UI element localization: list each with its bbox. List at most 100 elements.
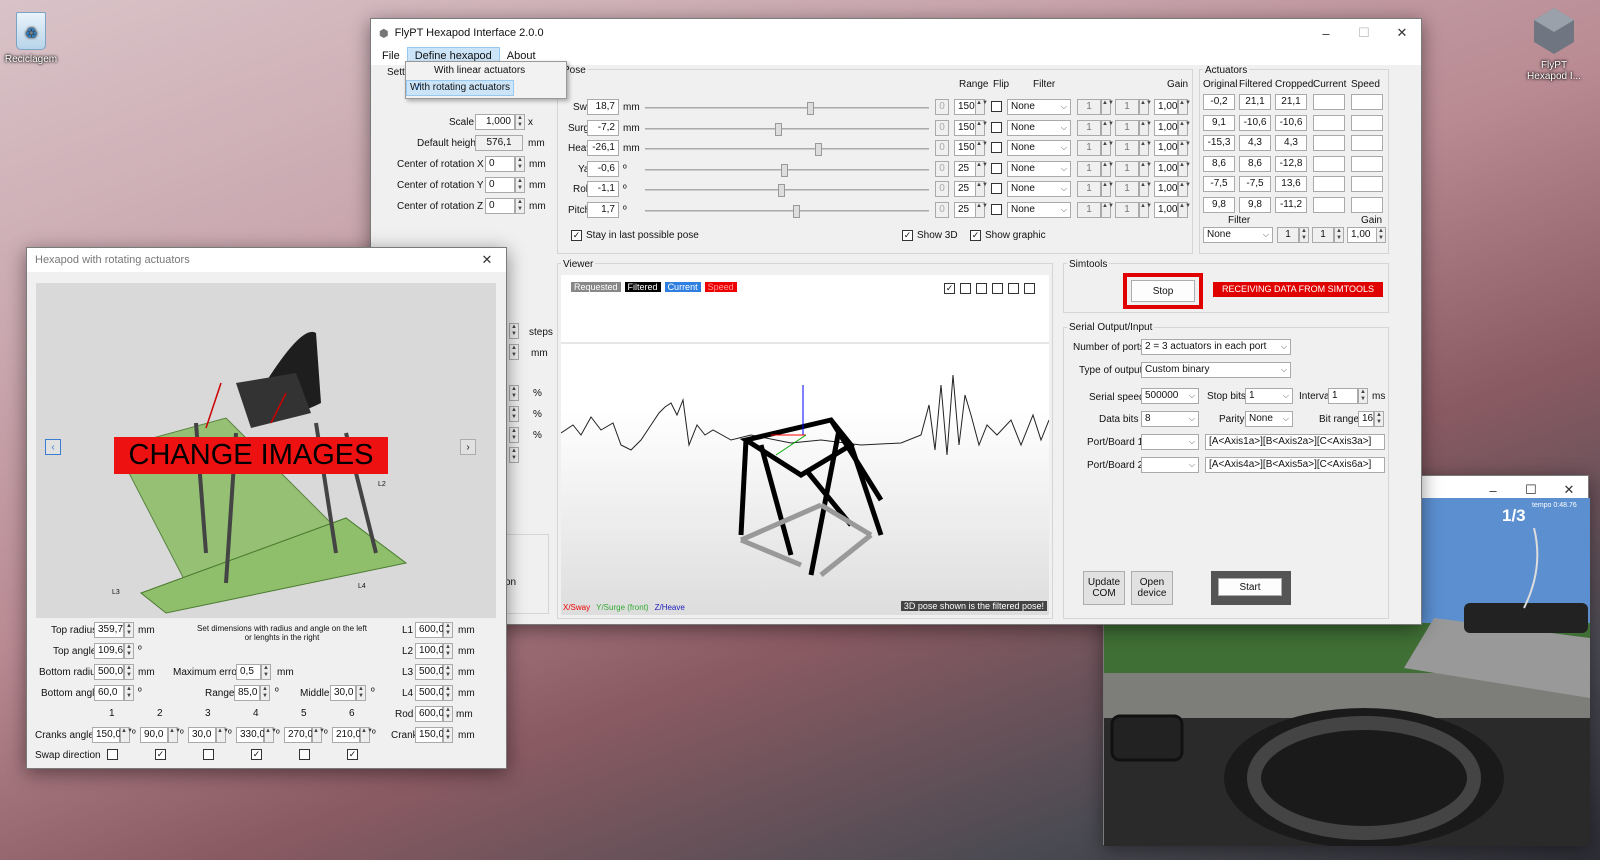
pose-a-spinner-1[interactable]: ▲▼ [1101,119,1114,136]
crank-input[interactable]: 150,0 [415,727,444,743]
pose-slider-0[interactable] [645,102,929,115]
crank-spinner[interactable]: ▲ ▼ [443,727,453,743]
crank-angle-input-5[interactable]: 210,0 [332,727,361,743]
pose-slider-thumb-1[interactable] [775,122,782,136]
crank-angle-spinner-5[interactable]: ▲▼ [360,727,373,743]
l1-input[interactable]: 600,0 [415,622,444,638]
pose-slider-1[interactable] [645,122,929,136]
pose-value-1[interactable]: -7,2 [587,119,619,136]
crank-angle-input-1[interactable]: 90,0 [140,727,168,743]
extra-spinner[interactable]: ▲ ▼ [509,447,519,463]
pose-range-spinner-1[interactable]: ▲▼ [975,119,988,136]
pose-slider-thumb-2[interactable] [815,143,822,156]
pose-a-spinner-2[interactable]: ▲▼ [1101,140,1114,156]
bitrange-input[interactable]: 16 [1358,411,1374,427]
top-angle-spinner[interactable]: ▲ ▼ [124,643,134,659]
pose-gain-spinner-3[interactable]: ▲▼ [1178,160,1191,177]
pose-gain-spinner-2[interactable]: ▲▼ [1178,140,1191,156]
max-error-spinner[interactable]: ▲ ▼ [261,664,271,680]
act-gain-spinner[interactable]: ▲ ▼ [1376,227,1386,243]
swap-checkbox-1[interactable]: ✓ [155,749,166,760]
swap-checkbox-4[interactable] [299,749,310,760]
pose-b-0[interactable]: 1 [1115,99,1139,115]
viewer-checkbox-2[interactable] [960,283,971,294]
pose-range-2[interactable]: 150 [954,140,976,156]
range-input[interactable]: 85,0 [234,685,260,701]
pose-a-0[interactable]: 1 [1077,99,1101,115]
pose-range-0[interactable]: 150 [954,99,976,115]
crank-angle-spinner-3[interactable]: ▲▼ [264,727,277,743]
viewer-checkbox-4[interactable] [992,283,1003,294]
bitrange-spinner[interactable]: ▲ ▼ [1374,411,1384,427]
rod-input[interactable]: 600,0 [415,706,444,722]
swap-checkbox-3[interactable]: ✓ [251,749,262,760]
pose-a-spinner-0[interactable]: ▲▼ [1101,99,1114,115]
pose-filter-4[interactable]: None ⌵ [1007,181,1071,197]
act-gain-input[interactable]: 1,00 [1347,227,1377,243]
bottom-radius-spinner[interactable]: ▲ ▼ [124,664,134,680]
pose-value-2[interactable]: -26,1 [587,140,619,156]
close-icon[interactable]: ✕ [1383,19,1421,47]
bottom-radius-input[interactable]: 500,0 [94,664,124,680]
speed-select[interactable]: 500000 ⌵ [1141,388,1199,404]
viewer-checkbox-6[interactable] [1024,283,1035,294]
pose-range-spinner-0[interactable]: ▲▼ [975,99,988,115]
l3-spinner[interactable]: ▲ ▼ [443,664,453,680]
pose-value-4[interactable]: -1,1 [587,181,619,197]
flypt-desktop-icon[interactable]: FlyPT Hexapod I... [1518,6,1590,82]
crank-angle-spinner-0[interactable]: ▲▼ [120,727,133,743]
pose-a-1[interactable]: 1 [1077,119,1101,136]
pose-filter-0[interactable]: None ⌵ [1007,99,1071,115]
crank-angle-input-3[interactable]: 330,0 [236,727,265,743]
crank-angle-spinner-2[interactable]: ▲▼ [216,727,229,743]
pose-filter-3[interactable]: None ⌵ [1007,160,1071,177]
l2-spinner[interactable]: ▲ ▼ [443,643,453,659]
cx-spinner[interactable]: ▲ ▼ [515,156,525,172]
crank-angle-input-0[interactable]: 150,0 [92,727,121,743]
update-com-button[interactable]: Update COM [1083,571,1125,605]
pose-value-3[interactable]: -0,6 [587,160,619,177]
pose-flip-1[interactable] [991,121,1002,133]
pose-gain-1[interactable]: 1,00 [1154,119,1178,136]
pose-gain-spinner-4[interactable]: ▲▼ [1178,181,1191,197]
close-icon[interactable]: ✕ [468,248,506,272]
l1-spinner[interactable]: ▲ ▼ [443,622,453,638]
steps-spinner[interactable]: ▲ ▼ [509,323,519,339]
pose-a-spinner-4[interactable]: ▲▼ [1101,181,1114,197]
pose-slider-thumb-5[interactable] [793,204,800,218]
crank-angle-spinner-4[interactable]: ▲▼ [312,727,325,743]
pose-range-5[interactable]: 25 [954,201,976,218]
pose-b-4[interactable]: 1 [1115,181,1139,197]
maximize-icon[interactable]: ☐ [1345,19,1383,47]
pose-a-3[interactable]: 1 [1077,160,1101,177]
next-image-button[interactable]: › [460,439,476,455]
pose-flip-4[interactable] [991,183,1002,194]
pose-gain-5[interactable]: 1,00 [1154,201,1178,218]
pct-spinner-2[interactable]: ▲ ▼ [509,406,519,422]
pose-gain-3[interactable]: 1,00 [1154,160,1178,177]
showgraphic-checkbox[interactable]: ✓ [970,230,981,241]
prev-image-button[interactable]: ‹ [45,439,61,455]
pose-value-5[interactable]: 1,7 [587,201,619,218]
pose-slider-thumb-4[interactable] [778,184,785,197]
pose-a-spinner-5[interactable]: ▲▼ [1101,201,1114,218]
pose-gain-spinner-0[interactable]: ▲▼ [1178,99,1191,115]
crank-angle-spinner-1[interactable]: ▲▼ [168,727,181,743]
pose-range-3[interactable]: 25 [954,160,976,177]
pose-range-spinner-4[interactable]: ▲▼ [975,181,988,197]
pose-b-1[interactable]: 1 [1115,119,1139,136]
pose-flip-3[interactable] [991,162,1002,174]
act-filter-select[interactable]: None ⌵ [1203,227,1273,243]
act-a-spinner[interactable]: ▲ ▼ [1299,227,1309,243]
swap-checkbox-0[interactable] [107,749,118,760]
act-b-spinner[interactable]: ▲ ▼ [1334,227,1344,243]
bottom-angle-input[interactable]: 60,0 [94,685,124,701]
pct-spinner-1[interactable]: ▲ ▼ [509,385,519,401]
pose-b-spinner-5[interactable]: ▲▼ [1139,201,1152,218]
minimize-icon[interactable]: – [1307,19,1345,47]
pct-spinner-3[interactable]: ▲ ▼ [509,427,519,443]
max-error-input[interactable]: 0,5 [236,664,261,680]
pose-flip-2[interactable] [991,142,1002,153]
pose-b-spinner-3[interactable]: ▲▼ [1139,160,1152,177]
cz-input[interactable]: 0 [485,198,515,214]
